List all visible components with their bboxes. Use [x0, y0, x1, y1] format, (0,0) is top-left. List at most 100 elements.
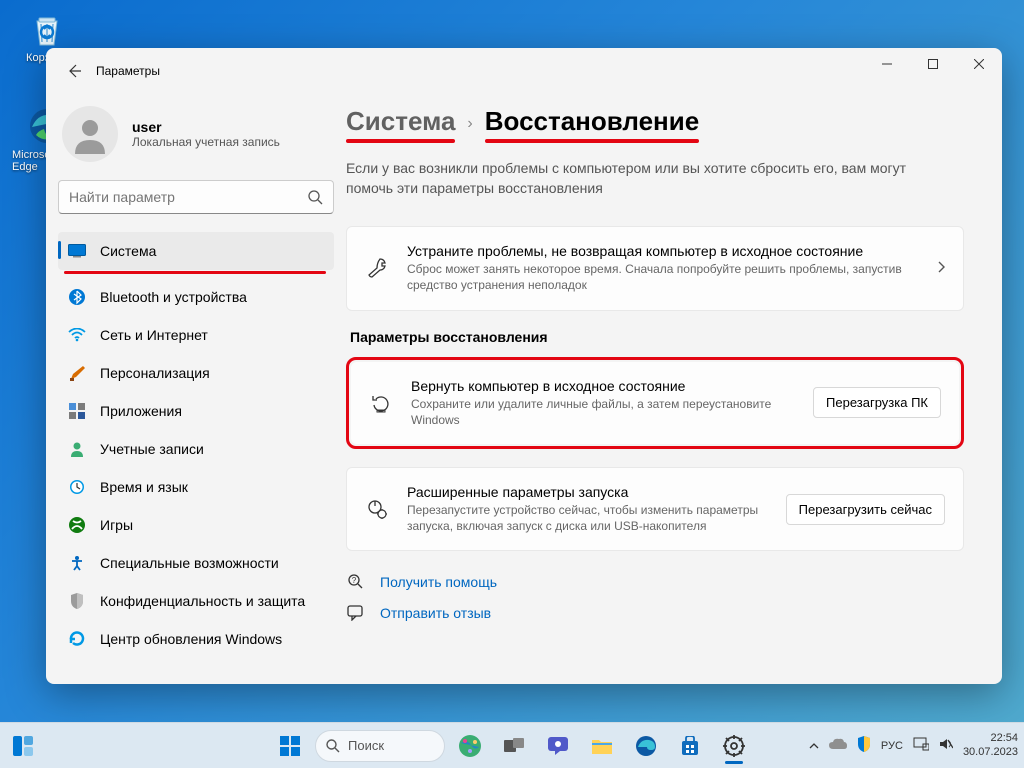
nav-network-label: Сеть и Интернет	[100, 327, 208, 343]
widgets-icon	[11, 734, 35, 758]
nav-bluetooth[interactable]: Bluetooth и устройства	[58, 278, 334, 316]
nav-apps[interactable]: Приложения	[58, 392, 334, 430]
nav-update-label: Центр обновления Windows	[100, 631, 282, 647]
breadcrumb-root[interactable]: Система	[346, 106, 455, 137]
tray-chevron-icon[interactable]	[809, 740, 819, 752]
start-button[interactable]	[271, 727, 309, 765]
close-button[interactable]	[956, 48, 1002, 80]
chat-button[interactable]	[539, 727, 577, 765]
search-input[interactable]	[69, 189, 308, 205]
troubleshoot-sub: Сброс может занять некоторое время. Снач…	[407, 261, 919, 293]
system-tray: РУС 22:54 30.07.2023	[809, 732, 1018, 758]
back-button[interactable]	[58, 55, 90, 87]
feedback-icon	[346, 605, 366, 621]
sidebar: user Локальная учетная запись Система Bl…	[46, 94, 346, 684]
avatar-icon	[70, 114, 110, 154]
nav-accessibility-label: Специальные возможности	[100, 555, 279, 571]
nav-time-label: Время и язык	[100, 479, 188, 495]
svg-text:?: ?	[352, 576, 357, 585]
recycle-bin-icon	[26, 8, 68, 50]
reset-sub: Сохраните или удалите личные файлы, а за…	[411, 396, 795, 428]
taskbar-earth[interactable]	[451, 727, 489, 765]
annotation-highlight: Вернуть компьютер в исходное состояние С…	[346, 357, 964, 449]
nav-privacy[interactable]: Конфиденциальность и защита	[58, 582, 334, 620]
annotation-underline	[346, 139, 455, 143]
task-view-icon	[504, 738, 524, 754]
advanced-title: Расширенные параметры запуска	[407, 484, 768, 500]
chevron-right-icon: ›	[467, 115, 472, 133]
minimize-button[interactable]	[864, 48, 910, 80]
nav-accounts[interactable]: Учетные записи	[58, 430, 334, 468]
language-indicator[interactable]: РУС	[881, 740, 903, 752]
edge-icon	[635, 735, 657, 757]
nav-personalization[interactable]: Персонализация	[58, 354, 334, 392]
nav-accessibility[interactable]: Специальные возможности	[58, 544, 334, 582]
wrench-icon	[365, 257, 389, 279]
network-tray-icon[interactable]	[913, 737, 929, 754]
store-icon	[680, 736, 700, 756]
search-box[interactable]	[58, 180, 334, 214]
intro-text: Если у вас возникли проблемы с компьютер…	[346, 159, 926, 198]
update-icon	[68, 630, 86, 648]
nav-privacy-label: Конфиденциальность и защита	[100, 593, 305, 609]
nav-update[interactable]: Центр обновления Windows	[58, 620, 334, 658]
clock[interactable]: 22:54 30.07.2023	[963, 732, 1018, 758]
gear-icon	[723, 735, 745, 757]
nav-system[interactable]: Система	[58, 232, 334, 270]
store-button[interactable]	[671, 727, 709, 765]
nav-time[interactable]: Время и язык	[58, 468, 334, 506]
xbox-icon	[68, 516, 86, 534]
reset-icon	[369, 392, 393, 414]
folder-icon	[591, 737, 613, 755]
widgets-button[interactable]	[4, 727, 42, 765]
reset-pc-card: Вернуть компьютер в исходное состояние С…	[351, 362, 959, 444]
settings-window: Параметры user Локальная учетная запись	[46, 48, 1002, 684]
help-icon: ?	[346, 573, 366, 591]
feedback-link[interactable]: Отправить отзыв	[346, 605, 964, 621]
earth-icon	[457, 733, 483, 759]
system-icon	[68, 242, 86, 260]
nav-bluetooth-label: Bluetooth и устройства	[100, 289, 247, 305]
breadcrumb-page: Восстановление	[485, 106, 699, 137]
troubleshoot-title: Устраните проблемы, не возвращая компьют…	[407, 243, 919, 259]
explorer-button[interactable]	[583, 727, 621, 765]
annotation-underline	[485, 139, 699, 143]
edge-button[interactable]	[627, 727, 665, 765]
advanced-startup-card: Расширенные параметры запуска Перезапуст…	[346, 467, 964, 551]
windows-icon	[279, 735, 301, 757]
task-view-button[interactable]	[495, 727, 533, 765]
back-arrow-icon	[66, 63, 82, 79]
search-icon	[308, 190, 323, 205]
clock-icon	[68, 478, 86, 496]
troubleshoot-card[interactable]: Устраните проблемы, не возвращая компьют…	[346, 226, 964, 310]
restart-now-button[interactable]: Перезагрузить сейчас	[786, 494, 945, 525]
nav-games[interactable]: Игры	[58, 506, 334, 544]
wifi-icon	[68, 326, 86, 344]
accessibility-icon	[68, 554, 86, 572]
taskbar: Поиск РУС 22:54 30.07.2023	[0, 722, 1024, 768]
user-block[interactable]: user Локальная учетная запись	[58, 98, 334, 180]
apps-icon	[68, 402, 86, 420]
volume-icon[interactable]	[939, 738, 953, 753]
user-name: user	[132, 119, 280, 135]
avatar	[62, 106, 118, 162]
maximize-button[interactable]	[910, 48, 956, 80]
settings-button[interactable]	[715, 727, 753, 765]
breadcrumb: Система › Восстановление	[346, 106, 699, 137]
section-label: Параметры восстановления	[350, 329, 964, 345]
nav-apps-label: Приложения	[100, 403, 182, 419]
content-area: Система › Восстановление Если у вас возн…	[346, 94, 1002, 684]
nav-games-label: Игры	[100, 517, 133, 533]
onedrive-icon[interactable]	[829, 738, 847, 753]
nav-system-label: Система	[100, 243, 156, 259]
security-icon[interactable]	[857, 736, 871, 755]
shield-icon	[68, 592, 86, 610]
taskbar-search[interactable]: Поиск	[315, 730, 445, 762]
annotation-underline	[64, 271, 326, 274]
search-icon	[326, 739, 340, 753]
reset-pc-button[interactable]: Перезагрузка ПК	[813, 387, 941, 418]
nav-network[interactable]: Сеть и Интернет	[58, 316, 334, 354]
get-help-link[interactable]: ? Получить помощь	[346, 573, 964, 591]
reset-title: Вернуть компьютер в исходное состояние	[411, 378, 795, 394]
accounts-icon	[68, 440, 86, 458]
